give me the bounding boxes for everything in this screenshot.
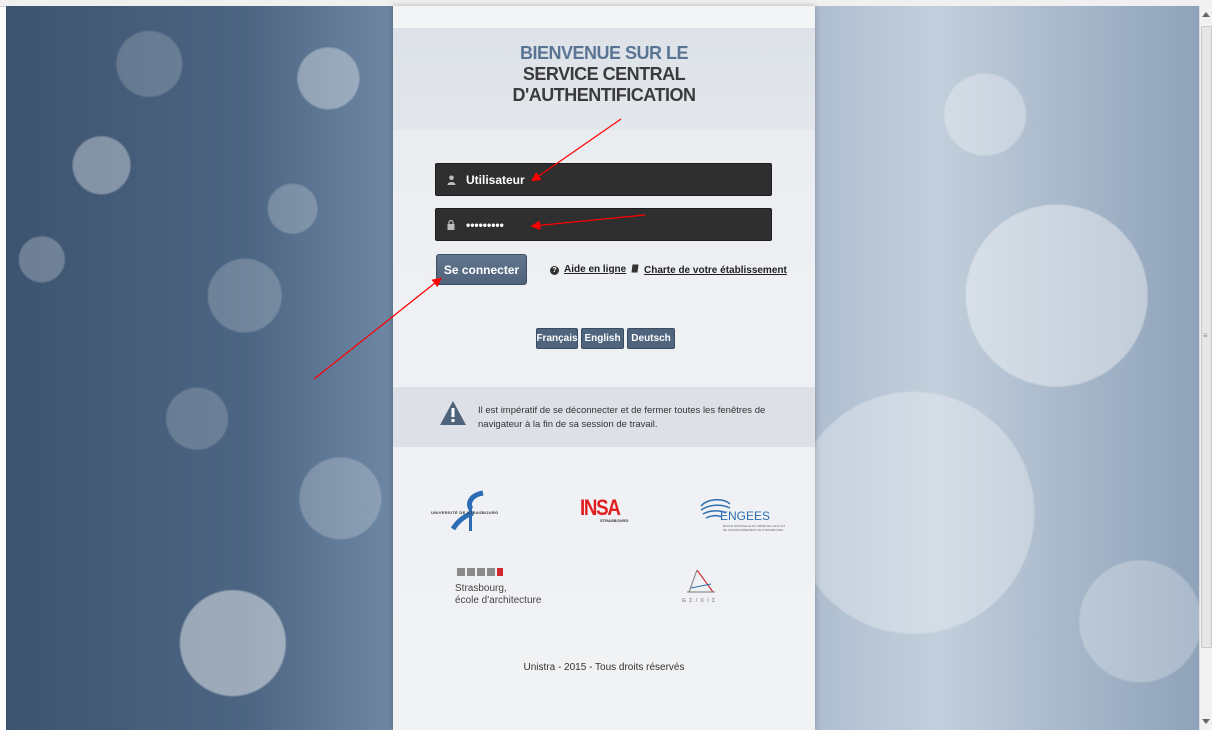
username-field[interactable] [435,163,772,196]
footer-text: Unistra - 2015 - Tous droits réservés [523,662,685,673]
lang-button-deutsch[interactable]: Deutsch [627,328,675,349]
gsi-logo [683,566,733,612]
charter-link[interactable]: Charte de votre établissement [631,264,787,276]
title-line-1: BIENVENUE SUR LE [519,43,689,63]
panel-top-strip [393,6,815,28]
scroll-grip-icon: ≡ [1203,331,1208,340]
password-input[interactable] [466,209,766,240]
engees-text: ENGEES [720,509,771,523]
architecture-logo-text: Strasbourg, école d'architecture [455,583,541,607]
scroll-down-icon[interactable] [1202,719,1210,724]
engees-subtext: ÉCOLE NATIONALE DU GÉNIE DE L'EAU ET DE … [723,524,785,532]
book-icon [631,264,639,275]
help-link-label: Aide en ligne [564,264,627,275]
title-line-3: D'AUTHENTIFICATION [512,85,696,105]
login-button[interactable]: Se connecter [436,254,527,285]
login-panel: BIENVENUE SUR LE SERVICE CENTRAL D'AUTHE… [393,6,815,730]
architecture-line-2: école d'architecture [455,595,542,606]
password-field[interactable] [435,208,772,241]
page-title: BIENVENUE SUR LE SERVICE CENTRAL D'AUTHE… [393,43,815,106]
scroll-up-icon[interactable] [1202,12,1210,17]
username-input[interactable] [466,164,766,195]
gsi-logo-text: G Σ / X I Σ [682,598,717,604]
title-line-2: SERVICE CENTRAL [522,64,686,84]
user-icon [436,164,466,195]
charter-link-label: Charte de votre établissement [644,265,787,276]
help-link[interactable]: ? Aide en ligne [550,264,626,275]
insa-subtext: STRASBOURG [600,518,629,523]
lock-icon [436,209,466,240]
lang-button-english[interactable]: English [581,328,624,349]
warning-text: Il est impératif de se déconnecter et de… [478,405,766,430]
architecture-logo-blocks [457,568,503,576]
universite-strasbourg-text: UNIVERSITÉ DE STRASBOURG [431,510,499,515]
lang-button-francais[interactable]: Français [536,328,578,349]
architecture-line-1: Strasbourg, [455,583,507,594]
warning-icon [439,400,467,431]
vertical-scrollbar[interactable]: ≡ [1199,6,1212,730]
question-icon: ? [550,266,559,275]
